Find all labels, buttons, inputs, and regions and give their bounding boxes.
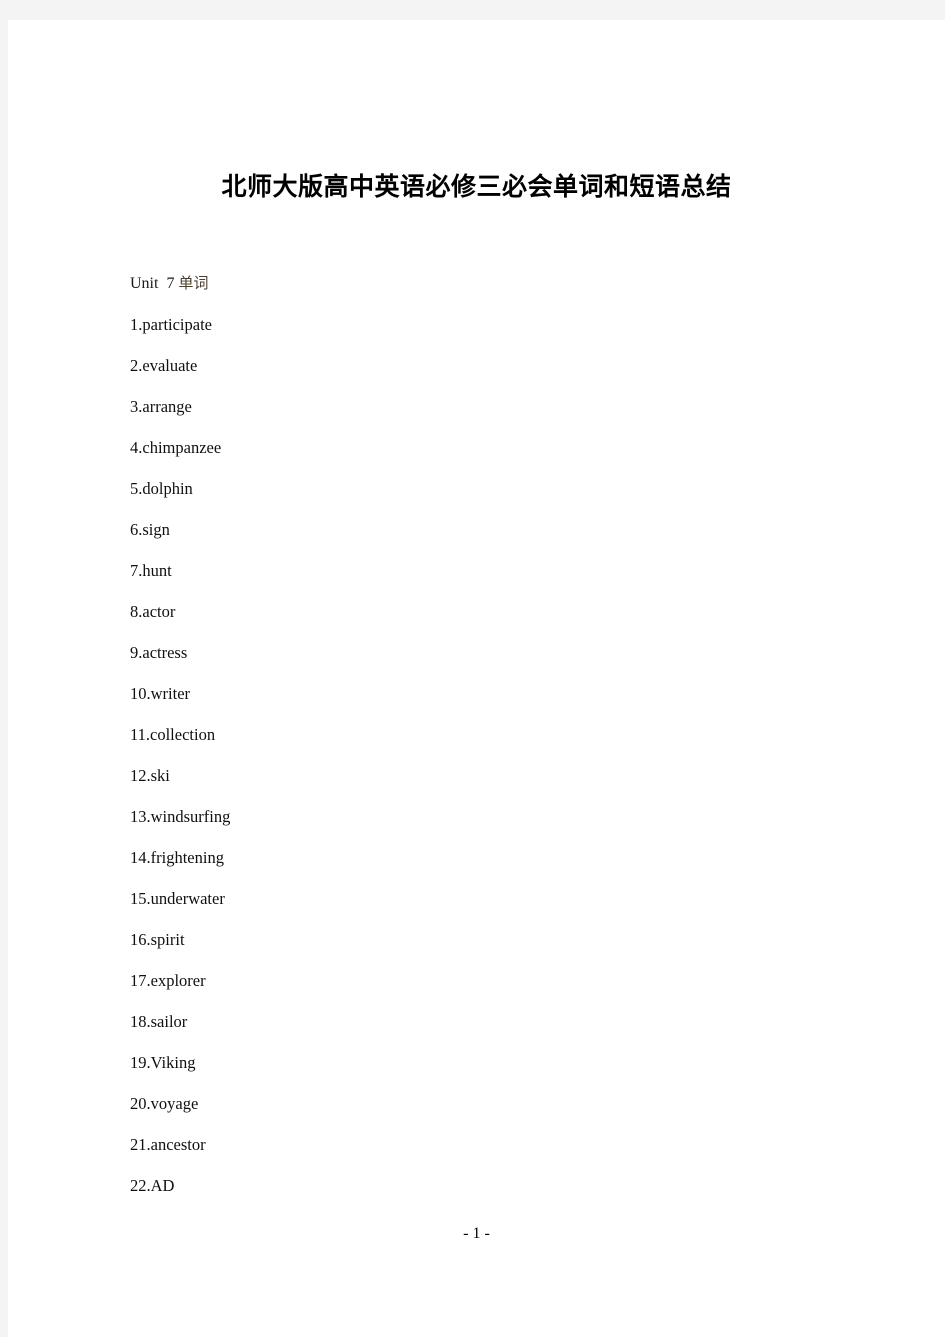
item-term: sailor <box>150 1012 188 1031</box>
document-page: 北师大版高中英语必修三必会单词和短语总结 Unit 7 单词 1.partici… <box>8 20 945 1337</box>
item-number: 21. <box>130 1135 151 1154</box>
item-term: chimpanzee <box>142 438 222 457</box>
item-term: ancestor <box>150 1135 206 1154</box>
item-number: 8. <box>130 602 143 621</box>
item-number: 5. <box>130 479 143 498</box>
list-item: 10.writer <box>130 673 830 714</box>
list-item: 4.chimpanzee <box>130 427 830 468</box>
list-item: 18.sailor <box>130 1001 830 1042</box>
item-term: hunt <box>142 561 172 580</box>
item-number: 20. <box>130 1094 151 1113</box>
item-number: 17. <box>130 971 151 990</box>
item-number: 12. <box>130 766 151 785</box>
item-term: explorer <box>150 971 206 990</box>
list-item: 11.collection <box>130 714 830 755</box>
document-body: Unit 7 单词 1.participate 2.evaluate 3.arr… <box>130 263 830 1206</box>
list-item: 16.spirit <box>130 919 830 960</box>
vocabulary-list: 1.participate 2.evaluate 3.arrange 4.chi… <box>130 304 830 1206</box>
item-number: 18. <box>130 1012 151 1031</box>
item-term: actress <box>142 643 188 662</box>
list-item: 5.dolphin <box>130 468 830 509</box>
item-number: 11. <box>130 725 151 744</box>
item-number: 13. <box>130 807 151 826</box>
list-item: 1.participate <box>130 304 830 345</box>
list-item: 15.underwater <box>130 878 830 919</box>
item-term: actor <box>142 602 176 621</box>
item-term: Viking <box>150 1053 196 1072</box>
item-term: arrange <box>142 397 192 416</box>
section-heading-unit-7: Unit 7 单词 <box>130 263 830 304</box>
item-number: 14. <box>130 848 151 867</box>
page-number-footer: - 1 - <box>463 1225 490 1242</box>
item-number: 16. <box>130 930 151 949</box>
list-item: 8.actor <box>130 591 830 632</box>
item-term: writer <box>150 684 191 703</box>
item-term: participate <box>142 315 213 334</box>
list-item: 21.ancestor <box>130 1124 830 1165</box>
list-item: 7.hunt <box>130 550 830 591</box>
item-number: 10. <box>130 684 151 703</box>
page-surround: 北师大版高中英语必修三必会单词和短语总结 Unit 7 单词 1.partici… <box>0 0 945 1337</box>
list-item: 22.AD <box>130 1165 830 1206</box>
list-item: 20.voyage <box>130 1083 830 1124</box>
item-number: 7. <box>130 561 143 580</box>
item-number: 6. <box>130 520 143 539</box>
item-term: windsurfing <box>150 807 231 826</box>
item-term: evaluate <box>142 356 198 375</box>
list-item: 2.evaluate <box>130 345 830 386</box>
item-term: voyage <box>150 1094 199 1113</box>
item-term: frightening <box>150 848 224 867</box>
unit-label: Unit <box>130 275 159 292</box>
list-item: 19.Viking <box>130 1042 830 1083</box>
page-title: 北师大版高中英语必修三必会单词和短语总结 <box>221 171 732 201</box>
list-item: 6.sign <box>130 509 830 550</box>
item-number: 9. <box>130 643 143 662</box>
item-term: AD <box>150 1176 175 1195</box>
item-term: ski <box>150 766 170 785</box>
item-number: 3. <box>130 397 143 416</box>
item-number: 15. <box>130 889 151 908</box>
item-term: dolphin <box>142 479 193 498</box>
item-number: 22. <box>130 1176 151 1195</box>
item-number: 19. <box>130 1053 151 1072</box>
item-term: spirit <box>150 930 185 949</box>
item-term: underwater <box>150 889 225 908</box>
item-term: sign <box>142 520 170 539</box>
list-item: 14.frightening <box>130 837 830 878</box>
list-item: 12.ski <box>130 755 830 796</box>
section-type-label: 单词 <box>178 274 209 292</box>
list-item: 3.arrange <box>130 386 830 427</box>
item-number: 4. <box>130 438 143 457</box>
list-item: 17.explorer <box>130 960 830 1001</box>
list-item: 9.actress <box>130 632 830 673</box>
item-term: collection <box>150 725 216 744</box>
item-number: 1. <box>130 315 143 334</box>
item-number: 2. <box>130 356 143 375</box>
list-item: 13.windsurfing <box>130 796 830 837</box>
